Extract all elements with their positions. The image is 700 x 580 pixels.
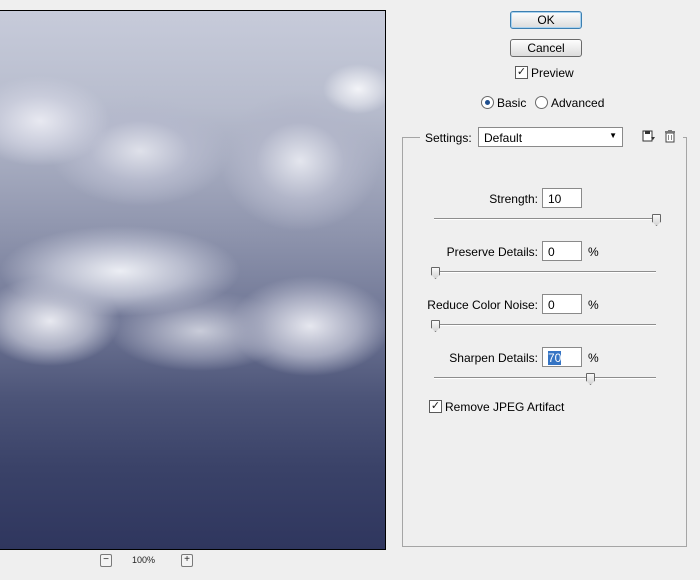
- preview-label: Preview: [531, 66, 574, 80]
- zoom-out-button[interactable]: −: [100, 554, 112, 567]
- sharpen-details-value: 70: [548, 351, 562, 365]
- reduce-color-noise-input[interactable]: 0: [542, 294, 582, 314]
- reduce-color-noise-label: Reduce Color Noise:: [427, 298, 538, 312]
- cancel-button[interactable]: Cancel: [510, 39, 582, 57]
- preserve-details-slider-track[interactable]: [434, 271, 656, 273]
- basic-radio[interactable]: [481, 96, 494, 109]
- preview-image[interactable]: [0, 10, 386, 550]
- sharpen-details-unit: %: [588, 351, 599, 365]
- strength-label: Strength:: [489, 192, 538, 206]
- trash-icon[interactable]: [663, 129, 677, 143]
- strength-input[interactable]: 10: [542, 188, 582, 208]
- preview-checkbox[interactable]: ✓: [515, 66, 528, 79]
- strength-slider-track[interactable]: [434, 218, 656, 220]
- zoom-level: 100%: [132, 555, 156, 565]
- panel-border: [683, 137, 686, 138]
- settings-dropdown[interactable]: Default ▼: [478, 127, 623, 147]
- zoom-in-button[interactable]: +: [181, 554, 193, 567]
- preserve-details-input[interactable]: 0: [542, 241, 582, 261]
- save-icon[interactable]: [642, 129, 656, 143]
- basic-label: Basic: [497, 96, 527, 110]
- remove-jpeg-artifact-label: Remove JPEG Artifact: [445, 400, 565, 414]
- sharpen-details-input[interactable]: 70: [542, 347, 582, 367]
- preserve-details-unit: %: [588, 245, 599, 259]
- zoom-bar: − 100% +: [100, 553, 200, 569]
- remove-jpeg-artifact-checkbox[interactable]: ✓: [429, 400, 442, 413]
- reduce-color-noise-unit: %: [588, 298, 599, 312]
- sharpen-details-label: Sharpen Details:: [449, 351, 538, 365]
- advanced-label: Advanced: [551, 96, 605, 110]
- reduce-color-noise-slider-track[interactable]: [434, 324, 656, 326]
- settings-label: Settings:: [425, 131, 472, 145]
- ok-button[interactable]: OK: [510, 11, 582, 29]
- panel-border: [402, 137, 420, 138]
- preserve-details-label: Preserve Details:: [446, 245, 538, 259]
- sharpen-details-slider-track[interactable]: [434, 377, 656, 379]
- chevron-down-icon: ▼: [609, 131, 617, 140]
- advanced-radio[interactable]: [535, 96, 548, 109]
- settings-value: Default: [484, 131, 523, 145]
